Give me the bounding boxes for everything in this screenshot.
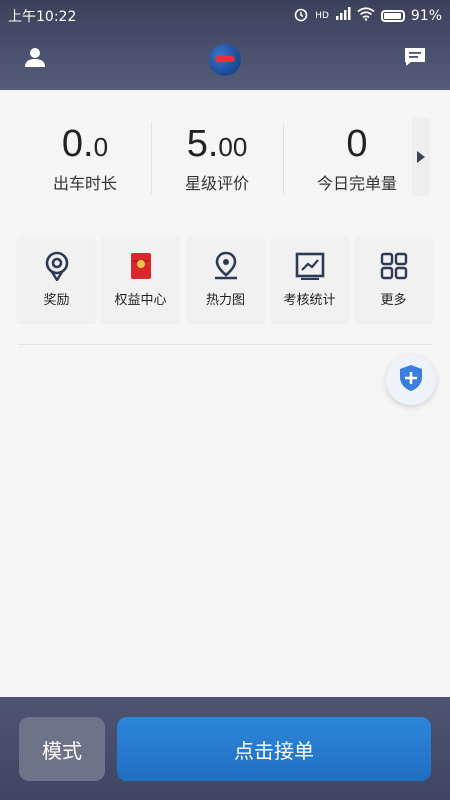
separator-line: [18, 344, 432, 345]
message-icon: [404, 46, 426, 72]
app-header: [0, 30, 450, 90]
stat-value: 5.00: [186, 123, 248, 165]
stats-next-button[interactable]: [412, 118, 430, 196]
messages-button[interactable]: [400, 44, 430, 74]
stat-label: 今日完单量: [316, 174, 397, 193]
stat-label: 出车时长: [52, 174, 117, 193]
shield-plus-icon: [397, 363, 425, 397]
stat-value: 0: [346, 123, 368, 165]
tile-label: 考核统计: [283, 293, 336, 308]
grid-icon: [379, 250, 409, 282]
battery-icon: [380, 10, 405, 22]
tile-heat-map[interactable]: 热力图: [187, 236, 264, 322]
chevron-right-icon: [417, 151, 425, 163]
battery-percent: 91%: [410, 8, 442, 24]
tile-label: 热力图: [205, 293, 245, 308]
stat-drive-time[interactable]: 0.0 出车时长: [20, 112, 150, 194]
stat-orders-today[interactable]: 0 今日完单量: [292, 112, 422, 194]
stat-star-rating[interactable]: 5.00 星级评价: [152, 112, 282, 194]
mode-button[interactable]: 模式: [19, 717, 105, 781]
safety-button[interactable]: [386, 355, 436, 405]
stats-row: 0.0 出车时长 5.00 星级评价 0 今日完单量: [0, 112, 450, 204]
award-icon: [42, 250, 72, 282]
stat-label: 星级评价: [184, 174, 249, 193]
bottom-bar: 模式 点击接单: [0, 697, 450, 800]
accept-order-button[interactable]: 点击接单: [117, 717, 431, 781]
tile-more[interactable]: 更多: [355, 236, 432, 322]
tile-award[interactable]: 奖励: [18, 236, 95, 322]
profile-button[interactable]: [20, 44, 50, 74]
top-bar: 上午10:22 HD 91%: [0, 0, 450, 90]
tile-assessment-stats[interactable]: 考核统计: [271, 236, 348, 322]
tile-label: 权益中心: [114, 293, 167, 308]
status-time: 上午10:22: [8, 9, 77, 25]
status-icons: HD 91%: [293, 6, 442, 26]
tile-label: 更多: [380, 293, 407, 308]
person-icon: [24, 46, 46, 72]
network-label: HD: [315, 11, 329, 21]
chart-icon: [295, 250, 325, 282]
status-bar: 上午10:22 HD 91%: [0, 0, 450, 30]
app-logo: [209, 44, 241, 76]
location-pin-icon: [211, 250, 241, 282]
signal-icon: [335, 7, 351, 25]
divider: [283, 122, 284, 194]
tile-label: 奖励: [43, 293, 70, 308]
alarm-icon: [293, 6, 309, 26]
feature-tiles: 奖励 权益中心 热力图 考核统计 更多: [18, 236, 432, 322]
wifi-icon: [357, 7, 375, 25]
tile-benefits-center[interactable]: 权益中心: [102, 236, 179, 322]
stat-value: 0.0: [61, 123, 109, 165]
red-envelope-icon: [126, 250, 156, 282]
